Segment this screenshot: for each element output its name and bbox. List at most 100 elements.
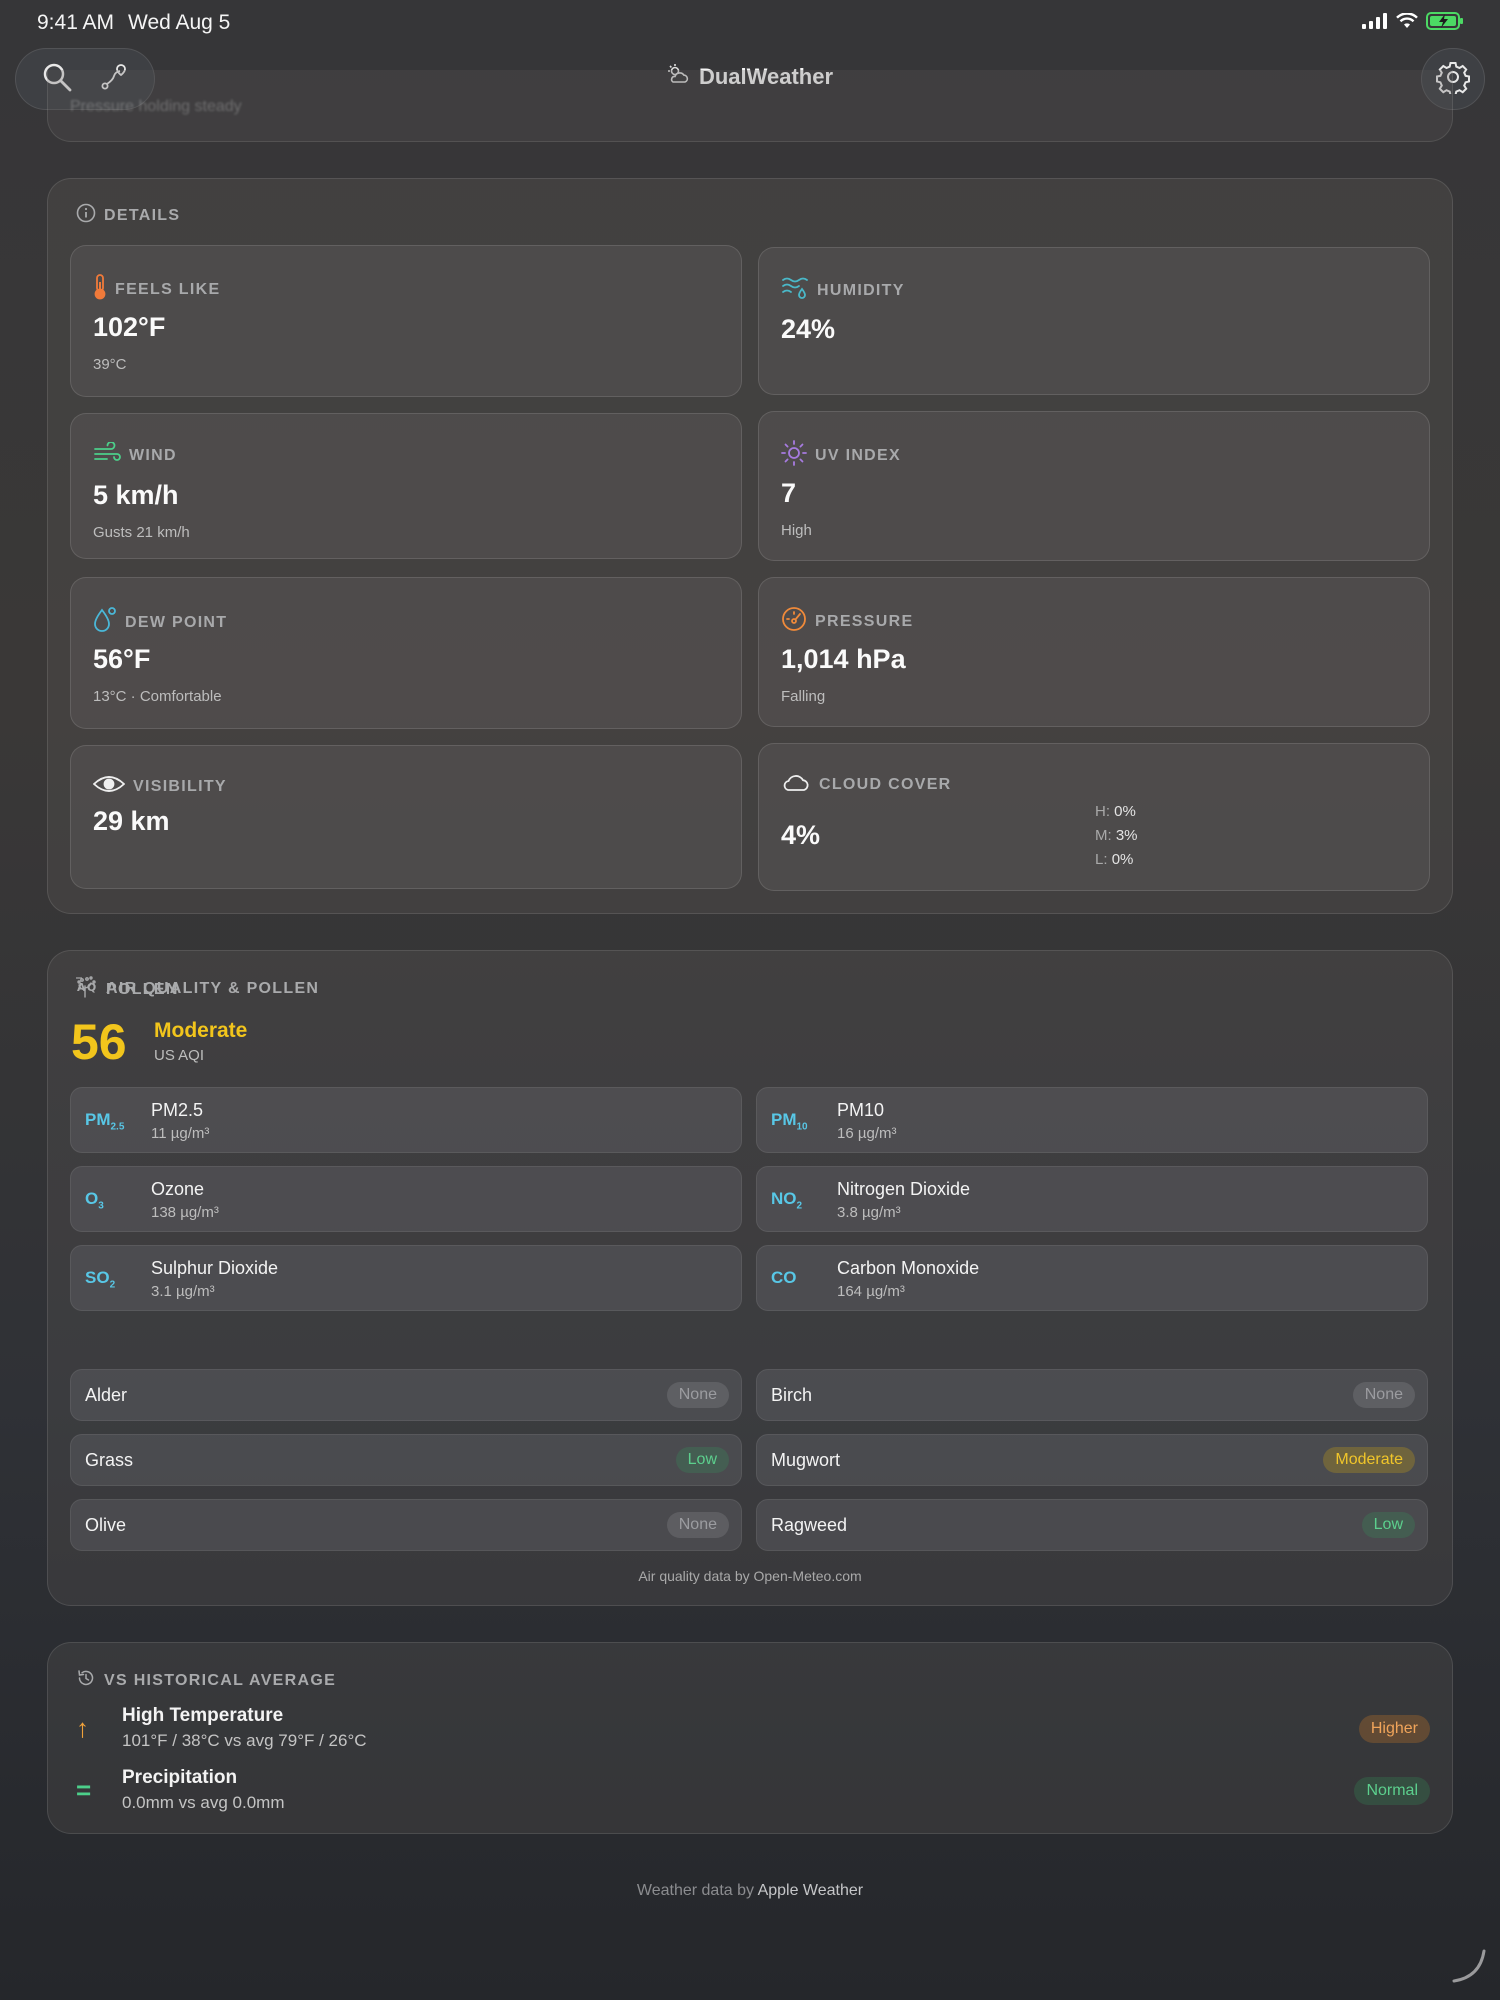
dew-point-value: 56°F — [93, 644, 151, 674]
previous-card: Pressure holding steady — [47, 70, 1453, 142]
eye-icon — [92, 774, 126, 799]
pollen-row: Ragweed Low — [756, 1499, 1428, 1551]
cloud-layer-mid: M: 3% — [1095, 827, 1138, 844]
comparison-badge: Normal — [1354, 1777, 1430, 1805]
pollen-flower-icon — [76, 976, 98, 1003]
wind-tile: WIND 5 km/h Gusts 21 km/h — [70, 413, 742, 559]
pollen-heading: POLLEN — [76, 976, 179, 1003]
pollen-name: Birch — [771, 1385, 813, 1405]
arrow-up-icon: ↑ — [76, 1713, 89, 1743]
air-quality-attribution[interactable]: Air quality data by Open-Meteo.com — [48, 1568, 1452, 1584]
info-icon — [76, 203, 96, 228]
feels-like-tile: FEELS LIKE 102°F 39°C — [70, 245, 742, 397]
dew-point-sub: 13°C · Comfortable — [93, 688, 222, 705]
uv-index-value: 7 — [781, 478, 797, 508]
historical-row: = Precipitation 0.0mm vs avg 0.0mm Norma… — [70, 1767, 1430, 1819]
pollutant-name: PM10 — [837, 1100, 885, 1120]
pollen-row: Birch None — [756, 1369, 1428, 1421]
pollen-row: Alder None — [70, 1369, 742, 1421]
previous-card-text: Pressure holding steady — [70, 98, 242, 115]
historical-row-detail: 0.0mm vs avg 0.0mm — [122, 1793, 285, 1812]
pollen-name: Grass — [85, 1450, 134, 1470]
aqi-category: Moderate — [154, 1019, 248, 1042]
cloud-cover-value: 4% — [781, 820, 821, 850]
status-time: 9:41 AM — [37, 11, 115, 34]
pollutant-row: CO Carbon Monoxide 164 µg/m³ — [756, 1245, 1428, 1311]
pollutant-value: 3.8 µg/m³ — [837, 1204, 901, 1221]
humidity-label: HUMIDITY — [781, 276, 905, 305]
resize-handle-icon[interactable] — [1450, 1947, 1486, 1988]
pressure-value: 1,014 hPa — [781, 644, 906, 674]
pollen-row: Grass Low — [70, 1434, 742, 1486]
visibility-value: 29 km — [93, 806, 170, 836]
pollutant-name: Carbon Monoxide — [837, 1258, 980, 1278]
history-icon — [76, 1668, 96, 1693]
cloud-layer-high: H: 0% — [1095, 803, 1136, 820]
status-icons — [1362, 12, 1464, 35]
comparison-badge: Higher — [1358, 1715, 1430, 1743]
pollen-name: Mugwort — [771, 1450, 841, 1470]
pollutant-name: PM2.5 — [151, 1100, 204, 1120]
cloud-cover-label: CLOUD COVER — [781, 772, 952, 797]
wind-value: 5 km/h — [93, 480, 179, 510]
details-section: DETAILS FEELS LIKE 102°F 39°C HUMIDITY 2… — [47, 178, 1453, 914]
wifi-icon — [1396, 12, 1418, 34]
wind-label: WIND — [93, 441, 177, 469]
pollutant-value: 16 µg/m³ — [837, 1125, 897, 1142]
pollutant-name: Ozone — [151, 1179, 205, 1199]
feels-like-sub: 39°C — [93, 356, 127, 373]
historical-heading: VS HISTORICAL AVERAGE — [76, 1668, 336, 1693]
dew-point-tile: DEW POINT 56°F 13°C · Comfortable — [70, 577, 742, 729]
wind-gusts: Gusts 21 km/h — [93, 524, 190, 541]
cellular-signal-icon — [1362, 13, 1388, 34]
pollutant-name: Sulphur Dioxide — [151, 1258, 279, 1278]
visibility-tile: VISIBILITY 29 km — [70, 745, 742, 889]
pollen-name: Alder — [85, 1385, 128, 1405]
pollutant-name: Nitrogen Dioxide — [837, 1179, 971, 1199]
pollen-name: Ragweed — [771, 1515, 848, 1535]
cloud-icon — [781, 772, 811, 797]
historical-average-section: VS HISTORICAL AVERAGE ↑ High Temperature… — [47, 1642, 1453, 1834]
cloud-cover-tile: CLOUD COVER 4% H: 0% M: 3% L: 0% — [758, 743, 1430, 891]
wind-icon — [93, 441, 121, 469]
pollutant-symbol: O3 — [85, 1189, 104, 1212]
battery-charging-icon — [1426, 12, 1464, 35]
pollutant-row: SO2 Sulphur Dioxide 3.1 µg/m³ — [70, 1245, 742, 1311]
pollen-level-badge: Low — [1361, 1512, 1415, 1538]
humidity-tile: HUMIDITY 24% — [758, 247, 1430, 395]
thermometer-icon — [93, 274, 107, 305]
cloud-layer-low: L: 0% — [1095, 851, 1134, 868]
humidity-value: 24% — [781, 314, 836, 344]
pressure-tile: PRESSURE 1,014 hPa Falling — [758, 577, 1430, 727]
gauge-icon — [781, 606, 807, 637]
pollen-row: Mugwort Moderate — [756, 1434, 1428, 1486]
pollen-level-badge: None — [1352, 1382, 1415, 1408]
pollutant-symbol: CO — [771, 1268, 797, 1287]
historical-row-title: High Temperature — [122, 1705, 284, 1726]
dew-point-label: DEW POINT — [93, 606, 227, 639]
pollutant-value: 138 µg/m³ — [151, 1204, 219, 1221]
historical-row: ↑ High Temperature 101°F / 38°C vs avg 7… — [70, 1705, 1430, 1757]
pollen-level-badge: Moderate — [1323, 1447, 1415, 1473]
pollutant-symbol: PM2.5 — [85, 1110, 125, 1133]
pollen-row: Olive None — [70, 1499, 742, 1551]
apple-weather-link[interactable]: Apple Weather — [758, 1882, 864, 1899]
equals-icon: = — [76, 1775, 92, 1805]
historical-row-title: Precipitation — [122, 1767, 238, 1788]
aqi-value: 56 — [71, 1014, 127, 1070]
uv-index-tile: UV INDEX 7 High — [758, 411, 1430, 561]
details-heading-text: DETAILS — [104, 206, 181, 224]
pollutant-value: 164 µg/m³ — [837, 1283, 905, 1300]
pressure-trend: Falling — [781, 688, 826, 705]
historical-row-detail: 101°F / 38°C vs avg 79°F / 26°C — [122, 1731, 367, 1750]
attribution-prefix: Weather data by — [636, 1882, 754, 1899]
pollen-level-badge: None — [666, 1512, 729, 1538]
pollutant-symbol: PM10 — [771, 1110, 808, 1133]
feels-like-value: 102°F — [93, 312, 166, 342]
pollutant-value: 3.1 µg/m³ — [151, 1283, 215, 1300]
visibility-label: VISIBILITY — [92, 774, 227, 799]
status-date: Wed Aug 5 — [128, 11, 231, 34]
pressure-label: PRESSURE — [781, 606, 913, 637]
pollutant-row: PM10 PM10 16 µg/m³ — [756, 1087, 1428, 1153]
pollen-name: Olive — [85, 1515, 127, 1535]
